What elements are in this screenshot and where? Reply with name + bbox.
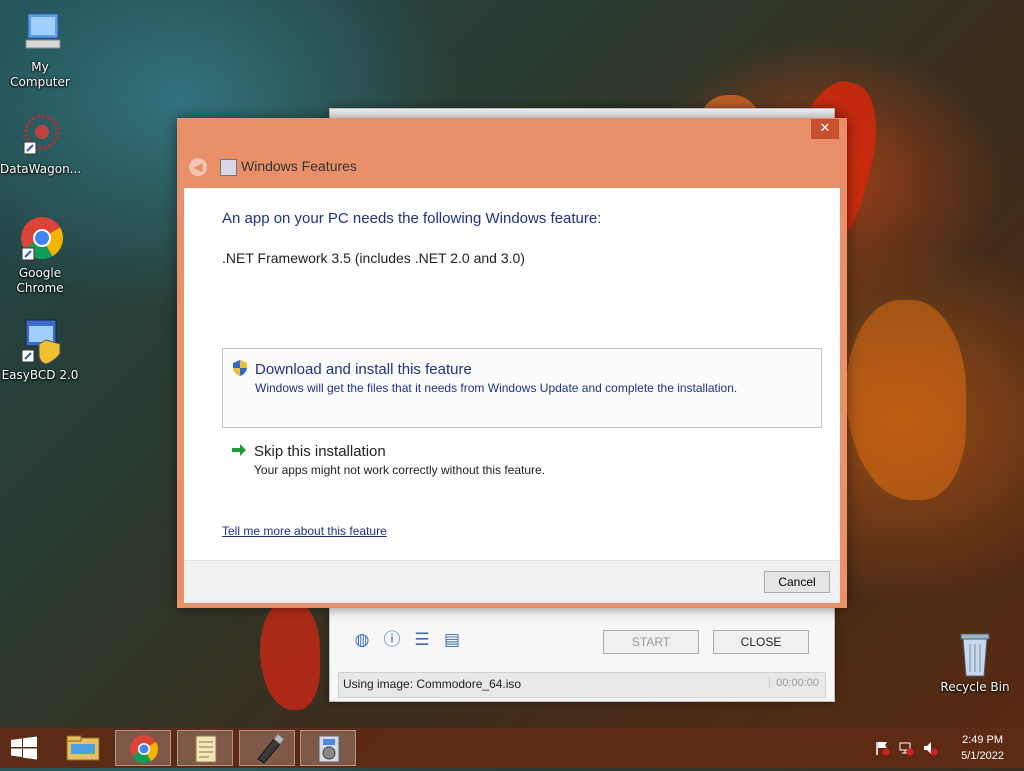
wallpaper-flower-petal [846,300,966,500]
status-bar: Using image: Commodore_64.iso 00:00:00 [338,672,826,698]
option-description: Windows will get the files that it needs… [255,381,738,395]
info-icon[interactable]: ⓘ [382,630,402,650]
windows-features-icon [220,159,237,176]
download-install-option[interactable]: Download and install this feature Window… [222,348,822,428]
status-text: Using image: Commodore_64.iso [343,677,522,691]
dialog-title: Windows Features [241,158,357,174]
file-explorer-icon [66,735,100,761]
option-title: Skip this installation [254,443,386,460]
option-title: Download and install this feature [255,361,472,378]
desktop-icon-label: EasyBCD 2.0 [1,368,79,382]
chrome-icon [130,735,158,763]
system-clock[interactable]: 2:49 PM 5/1/2022 [961,732,1004,764]
desktop-icon-datawagon[interactable]: DataWagon... [0,112,82,177]
cancel-button[interactable]: Cancel [764,571,830,593]
clock-time: 2:49 PM [962,734,1004,746]
clock-date: 5/1/2022 [961,750,1004,762]
status-timer: 00:00:00 [769,677,819,689]
dialog-body: An app on your PC needs the following Wi… [184,188,840,560]
desktop-icon-label: Google Chrome [16,266,64,295]
setup-app-icon [318,735,340,763]
datawagon-icon [16,112,64,160]
dialog-close-button[interactable]: ✕ [811,119,839,139]
wallpaper-flower-petal [260,600,320,710]
taskbar-file-explorer[interactable] [55,730,111,766]
action-center-flag-icon[interactable] [874,740,890,756]
desktop-icon-label: DataWagon... [0,162,82,176]
desktop-icon-google-chrome[interactable]: Google Chrome [0,216,80,296]
usb-drive-icon [257,733,285,764]
network-icon[interactable] [898,740,914,756]
chrome-icon [16,216,64,264]
tell-me-more-link[interactable]: Tell me more about this feature [222,524,387,538]
taskbar-usb-drive[interactable] [239,730,295,766]
shield-icon [231,359,249,377]
dialog-heading: An app on your PC needs the following Wi… [222,210,602,227]
desktop-icon-label: Recycle Bin [940,680,1010,694]
windows-start-icon[interactable] [10,736,38,760]
taskbar-notepad[interactable] [177,730,233,766]
tool-window-icon-row: ◍ ⓘ ☰ ▤ [352,630,462,650]
close-button[interactable]: CLOSE [713,630,809,654]
recycle-bin-icon [951,630,999,678]
computer-icon [16,10,64,58]
desktop-icon-easybcd[interactable]: EasyBCD 2.0 [0,318,80,383]
notepad-icon [195,735,217,763]
back-arrow-icon[interactable]: ◀ [189,158,207,176]
taskbar: 2:49 PM 5/1/2022 [0,728,1024,768]
windows-features-dialog: ✕ ◀ Windows Features An app on your PC n… [177,118,847,608]
globe-icon[interactable]: ◍ [352,630,372,650]
settings-sliders-icon[interactable]: ☰ [412,630,432,650]
green-arrow-icon [230,441,248,459]
desktop-icon-label: My Computer [10,60,70,89]
feature-name: .NET Framework 3.5 (includes .NET 2.0 an… [222,250,525,266]
log-table-icon[interactable]: ▤ [442,630,462,650]
skip-installation-option[interactable]: Skip this installation Your apps might n… [222,431,820,509]
easybcd-icon [16,318,64,366]
desktop-icon-recycle-bin[interactable]: Recycle Bin [935,630,1015,695]
option-description: Your apps might not work correctly witho… [254,463,546,477]
taskbar-chrome[interactable] [115,730,171,766]
desktop-icon-my-computer[interactable]: My Computer [0,10,80,90]
tool-window-bottom-panel: ◍ ⓘ ☰ ▤ START CLOSE Using image: Commodo… [330,614,834,699]
taskbar-setup-app[interactable] [300,730,356,766]
dialog-footer: Cancel [184,560,840,603]
volume-muted-icon[interactable] [922,740,938,756]
start-button[interactable]: START [603,630,699,654]
